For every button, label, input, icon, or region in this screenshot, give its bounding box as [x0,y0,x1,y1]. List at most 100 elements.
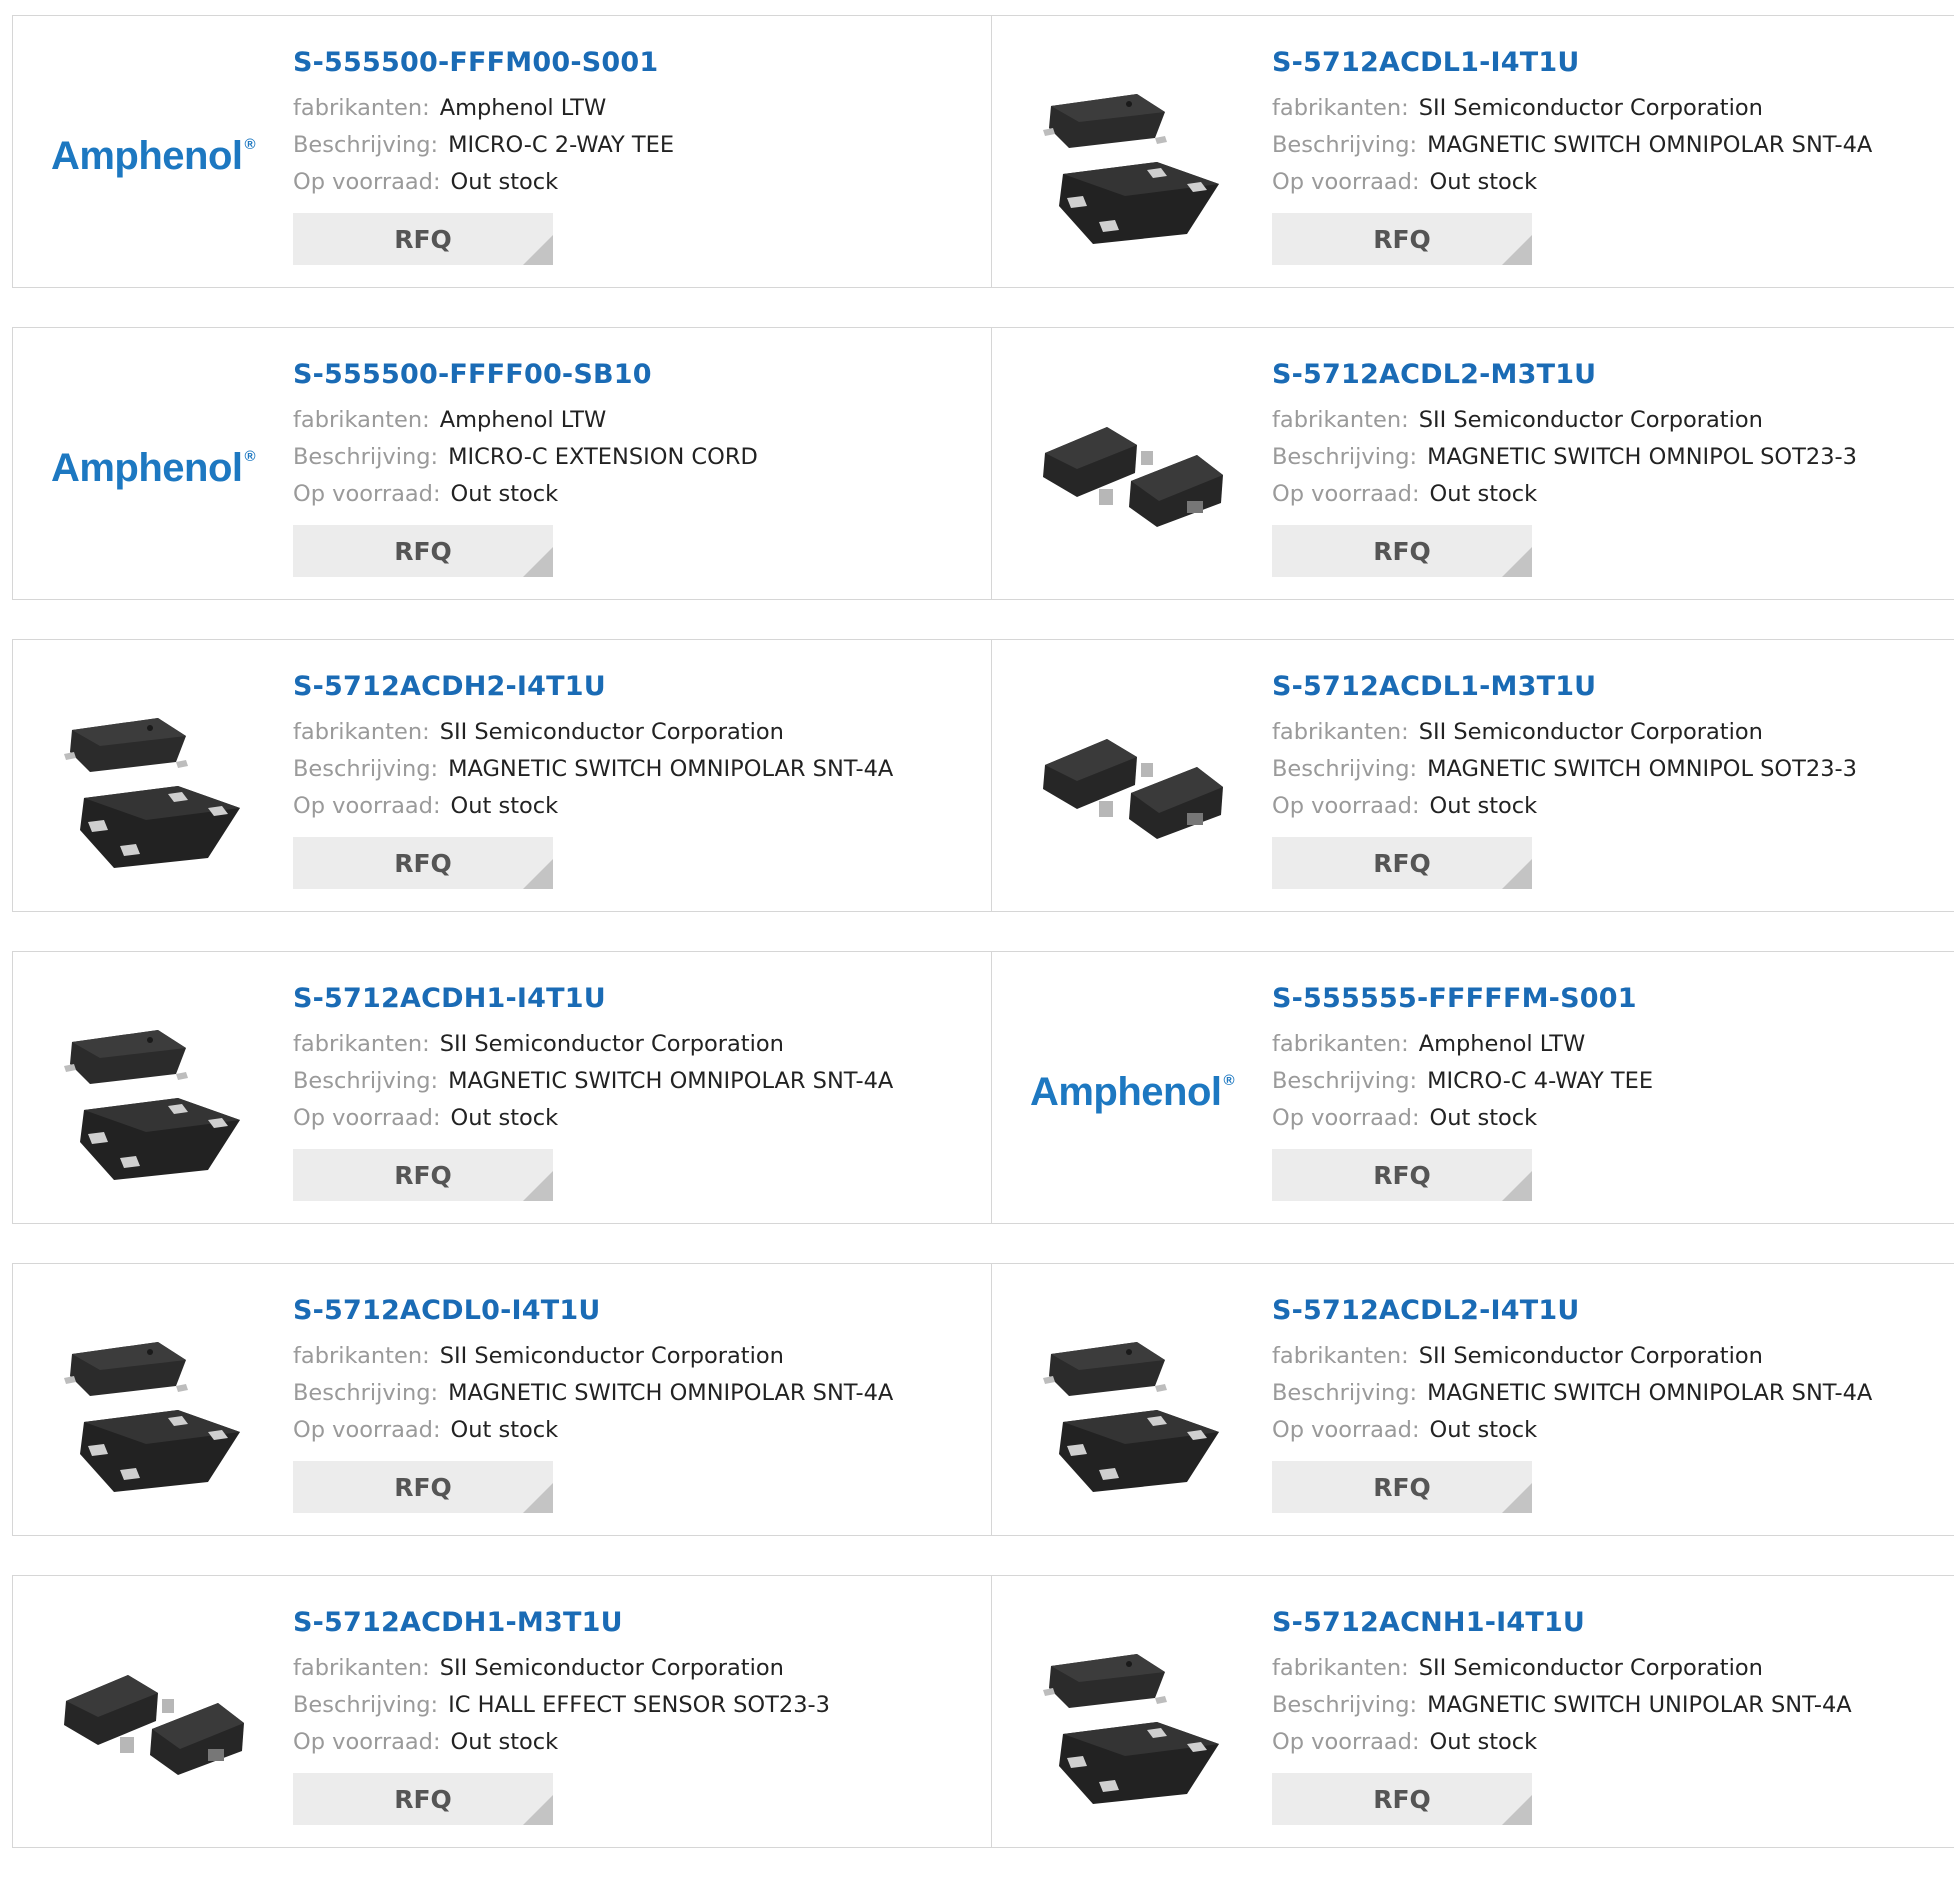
sot23-3-package-icon [1043,739,1223,839]
product-info: S-555500-FFFF00-SB10 fabrikanten: Ampheno… [293,356,758,577]
rfq-label: RFQ [394,1784,452,1814]
product-image[interactable] [1032,680,1232,880]
product-row: Amphenol ® S-555500-FFFM00-S001 fabrikant… [12,15,1954,288]
rfq-label: RFQ [394,1472,452,1502]
manufacturer-row: fabrikanten: SII Semiconductor Corporatio… [293,1026,893,1063]
product-card: S-5712ACDL1-I4T1U fabrikanten: SII Semico… [991,16,1954,287]
corner-triangle-icon [1502,547,1532,577]
rfq-label: RFQ [394,848,452,878]
product-image[interactable] [53,1304,253,1504]
corner-triangle-icon [523,1483,553,1513]
corner-triangle-icon [523,547,553,577]
description-row: Beschrijving: MICRO-C 4-WAY TEE [1272,1063,1653,1100]
product-image[interactable] [1032,1616,1232,1816]
corner-triangle-icon [1502,859,1532,889]
part-number-link[interactable]: S-5712ACDL2-M3T1U [1272,356,1857,394]
description-label: Beschrijving: [1272,132,1418,158]
part-number-link[interactable]: S-5712ACDH1-I4T1U [293,980,893,1018]
manufacturer-row: fabrikanten: Amphenol LTW [293,90,674,127]
rfq-label: RFQ [1373,1784,1431,1814]
rfq-button[interactable]: RFQ [1272,1773,1532,1825]
product-info: S-5712ACDL1-M3T1U fabrikanten: SII Semico… [1272,668,1857,889]
description-value: MAGNETIC SWITCH OMNIPOLAR SNT-4A [448,1380,894,1406]
product-card: S-5712ACDL2-I4T1U fabrikanten: SII Semico… [991,1264,1954,1535]
rfq-button[interactable]: RFQ [1272,1461,1532,1513]
rfq-button[interactable]: RFQ [1272,525,1532,577]
manufacturer-value: SII Semiconductor Corporation [439,1343,784,1369]
part-number-link[interactable]: S-555500-FFFF00-SB10 [293,356,758,394]
rfq-button[interactable]: RFQ [1272,837,1532,889]
part-number-link[interactable]: S-555555-FFFFFM-S001 [1272,980,1653,1018]
part-number-link[interactable]: S-5712ACDH1-M3T1U [293,1604,830,1642]
product-row: S-5712ACDH2-I4T1U fabrikanten: SII Semico… [12,639,1954,912]
description-value: MAGNETIC SWITCH OMNIPOL SOT23-3 [1427,756,1857,782]
registered-mark-icon: ® [244,135,256,153]
manufacturer-label: fabrikanten: [293,407,430,433]
product-row: S-5712ACDL0-I4T1U fabrikanten: SII Semico… [12,1263,1954,1536]
product-image[interactable] [1032,56,1232,256]
stock-value: Out stock [1429,1417,1538,1443]
product-image[interactable]: Amphenol ® [51,368,256,568]
description-label: Beschrijving: [1272,756,1418,782]
product-image[interactable] [53,680,253,880]
rfq-button[interactable]: RFQ [1272,1149,1532,1201]
product-image[interactable] [53,1616,253,1816]
corner-triangle-icon [1502,1795,1532,1825]
stock-row: Op voorraad: Out stock [1272,476,1857,513]
amphenol-logo: Amphenol ® [51,134,256,179]
part-number-link[interactable]: S-5712ACDL0-I4T1U [293,1292,893,1330]
rfq-button[interactable]: RFQ [293,1773,553,1825]
stock-label: Op voorraad: [1272,1417,1420,1443]
product-row: S-5712ACDH1-M3T1U fabrikanten: SII Semico… [12,1575,1954,1848]
part-number-link[interactable]: S-555500-FFFM00-S001 [293,44,674,82]
manufacturer-label: fabrikanten: [1272,407,1409,433]
rfq-button[interactable]: RFQ [1272,213,1532,265]
rfq-button[interactable]: RFQ [293,1149,553,1201]
part-number-link[interactable]: S-5712ACDH2-I4T1U [293,668,893,706]
part-number-link[interactable]: S-5712ACNH1-I4T1U [1272,1604,1852,1642]
manufacturer-value: Amphenol LTW [1418,1031,1586,1057]
part-number-link[interactable]: S-5712ACDL1-M3T1U [1272,668,1857,706]
manufacturer-value: SII Semiconductor Corporation [1418,1343,1763,1369]
product-row: Amphenol ® S-555500-FFFF00-SB10 fabrikant… [12,327,1954,600]
rfq-label: RFQ [1373,1160,1431,1190]
description-row: Beschrijving: IC HALL EFFECT SENSOR SOT23… [293,1687,830,1724]
product-image[interactable]: Amphenol ® [51,56,256,256]
product-image[interactable] [53,992,253,1192]
description-value: MAGNETIC SWITCH OMNIPOLAR SNT-4A [1427,1380,1873,1406]
product-info: S-5712ACDL2-I4T1U fabrikanten: SII Semico… [1272,1292,1872,1513]
product-info: S-5712ACDL2-M3T1U fabrikanten: SII Semico… [1272,356,1857,577]
manufacturer-value: Amphenol LTW [439,407,607,433]
stock-row: Op voorraad: Out stock [293,164,674,201]
manufacturer-label: fabrikanten: [1272,1031,1409,1057]
product-info: S-5712ACDH1-I4T1U fabrikanten: SII Semico… [293,980,893,1201]
stock-value: Out stock [1429,1729,1538,1755]
manufacturer-row: fabrikanten: Amphenol LTW [293,402,758,439]
product-card: Amphenol ® S-555555-FFFFFM-S001 fabrikant… [991,952,1954,1223]
stock-value: Out stock [450,169,559,195]
product-image[interactable]: Amphenol ® [1030,992,1235,1192]
corner-triangle-icon [1502,1171,1532,1201]
manufacturer-value: SII Semiconductor Corporation [1418,719,1763,745]
stock-label: Op voorraad: [293,1105,441,1131]
manufacturer-row: fabrikanten: SII Semiconductor Corporatio… [1272,1338,1872,1375]
stock-label: Op voorraad: [1272,793,1420,819]
product-image[interactable] [1032,1304,1232,1504]
description-row: Beschrijving: MAGNETIC SWITCH OMNIPOLAR S… [1272,1375,1872,1412]
part-number-link[interactable]: S-5712ACDL2-I4T1U [1272,1292,1872,1330]
rfq-button[interactable]: RFQ [293,837,553,889]
stock-row: Op voorraad: Out stock [1272,788,1857,825]
manufacturer-row: fabrikanten: SII Semiconductor Corporatio… [1272,90,1872,127]
product-image[interactable] [1032,368,1232,568]
rfq-button[interactable]: RFQ [293,213,553,265]
manufacturer-label: fabrikanten: [1272,95,1409,121]
part-number-link[interactable]: S-5712ACDL1-I4T1U [1272,44,1872,82]
rfq-button[interactable]: RFQ [293,525,553,577]
stock-label: Op voorraad: [1272,481,1420,507]
product-grid: Amphenol ® S-555500-FFFM00-S001 fabrikant… [12,15,1954,1887]
corner-triangle-icon [523,235,553,265]
stock-row: Op voorraad: Out stock [1272,164,1872,201]
rfq-label: RFQ [394,536,452,566]
rfq-button[interactable]: RFQ [293,1461,553,1513]
manufacturer-row: fabrikanten: SII Semiconductor Corporatio… [1272,714,1857,751]
